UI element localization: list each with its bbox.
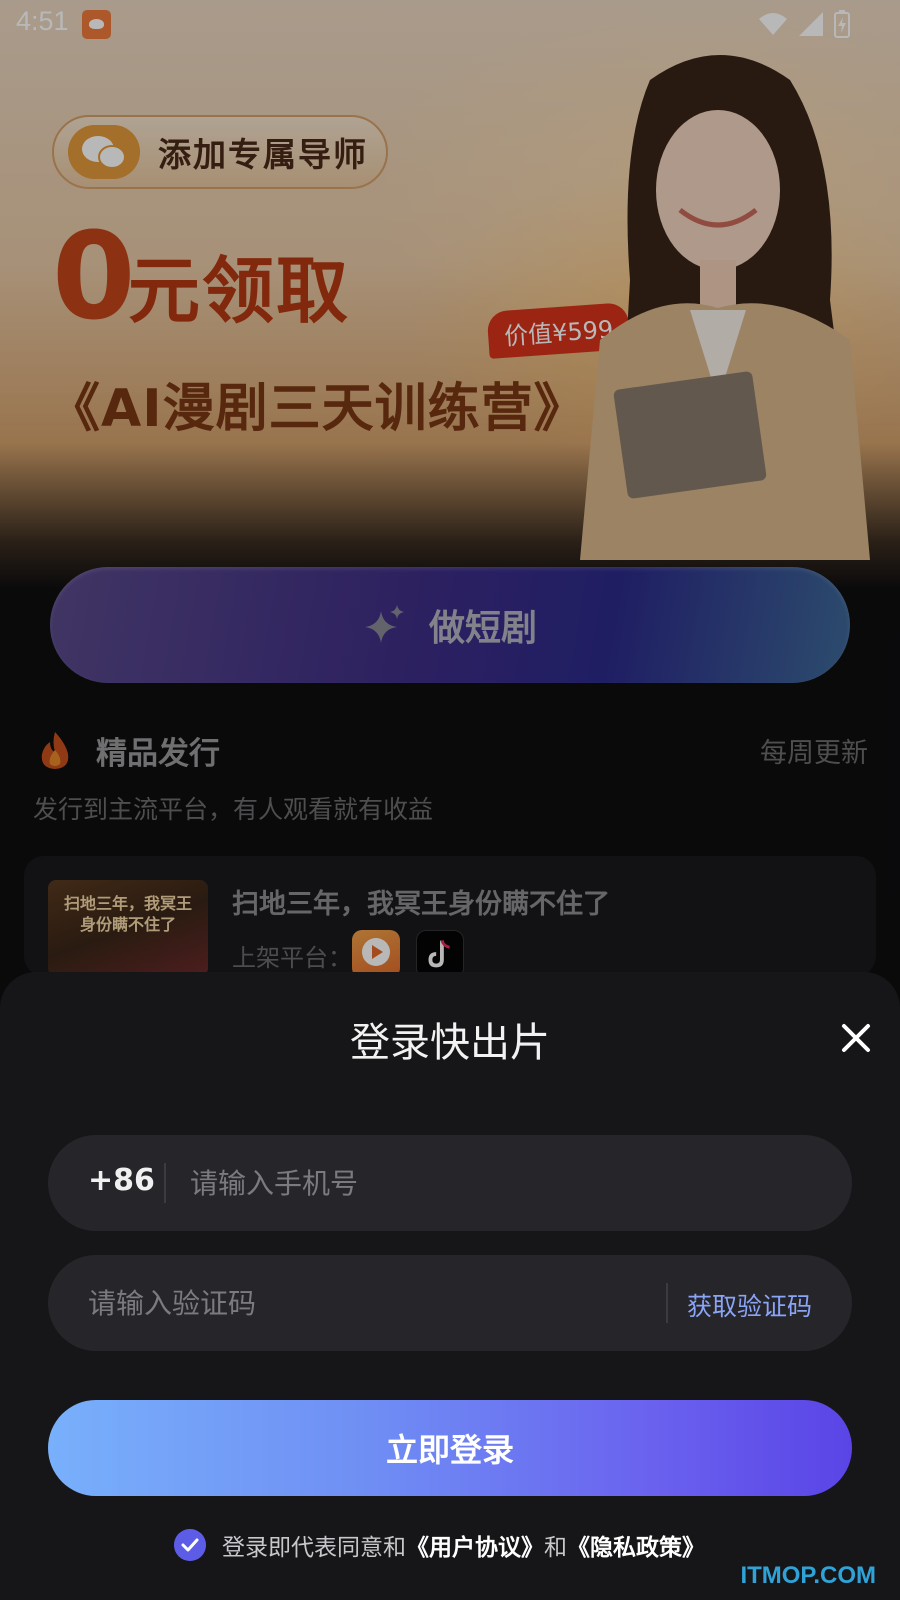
agreement-row: 登录即代表同意和 《用户协议》 和 《隐私政策》 bbox=[174, 1528, 705, 1562]
login-button[interactable]: 立即登录 bbox=[48, 1400, 852, 1496]
watermark: ITMOP.COM bbox=[740, 1562, 876, 1589]
user-agreement-link[interactable]: 《用户协议》 bbox=[406, 1528, 544, 1562]
check-icon[interactable] bbox=[174, 1529, 206, 1561]
country-code[interactable]: +86 bbox=[88, 1163, 155, 1198]
verification-code-input[interactable] bbox=[88, 1255, 648, 1351]
close-icon[interactable] bbox=[836, 1018, 876, 1058]
login-sheet: 登录快出片 +86 获取验证码 立即登录 登录即代表同意和 《用户协议》 和 《… bbox=[0, 972, 900, 1600]
phone-divider bbox=[164, 1163, 166, 1203]
code-divider bbox=[666, 1283, 668, 1323]
agreement-prefix: 登录即代表同意和 bbox=[222, 1535, 406, 1561]
agreement-and: 和 bbox=[544, 1535, 567, 1561]
phone-field[interactable]: +86 bbox=[48, 1135, 852, 1231]
get-code-button[interactable]: 获取验证码 bbox=[687, 1287, 812, 1323]
phone-input[interactable] bbox=[190, 1135, 810, 1231]
login-sheet-title: 登录快出片 bbox=[350, 1020, 550, 1066]
privacy-policy-link[interactable]: 《隐私政策》 bbox=[567, 1528, 705, 1562]
code-field[interactable]: 获取验证码 bbox=[48, 1255, 852, 1351]
